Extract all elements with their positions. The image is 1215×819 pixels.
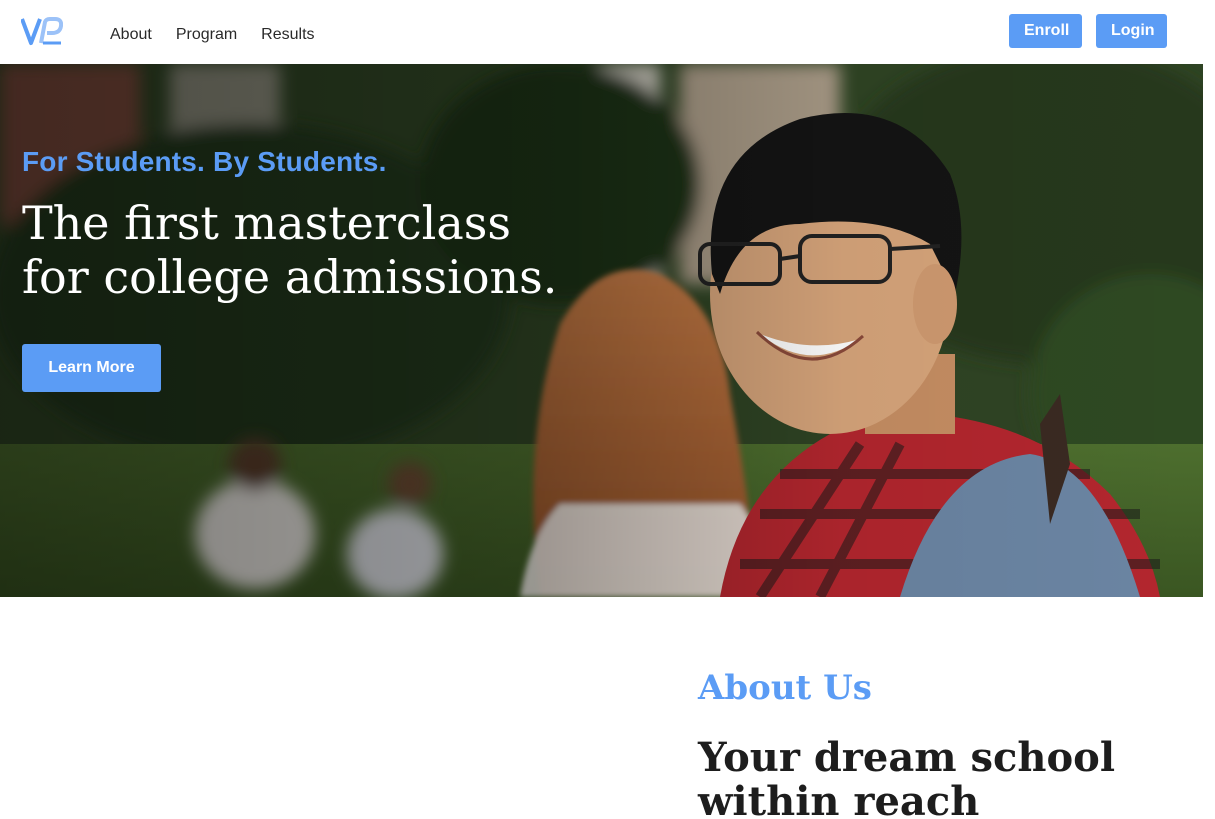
vp-logo-icon[interactable] (21, 16, 63, 46)
top-navbar: About Program Results Enroll Login (0, 0, 1215, 64)
hero-title-line-2: for college admissions. (22, 250, 558, 304)
hero-section: For Students. By Students. The first mas… (0, 64, 1203, 597)
nav-link-program[interactable]: Program (176, 24, 237, 46)
hero-tagline: For Students. By Students. (22, 146, 387, 177)
nav-link-about[interactable]: About (110, 24, 152, 46)
nav-link-results[interactable]: Results (261, 24, 314, 46)
login-button[interactable]: Login (1096, 14, 1167, 48)
about-heading: Your dream school within reach (698, 734, 1116, 819)
enroll-button[interactable]: Enroll (1009, 14, 1082, 48)
hero-overlay (0, 64, 1203, 597)
nav-links: About Program Results (110, 24, 315, 46)
about-eyebrow: About Us (698, 668, 872, 708)
learn-more-button[interactable]: Learn More (22, 344, 161, 392)
hero-title: The first masterclass for college admiss… (22, 196, 622, 304)
hero-title-line-1: The first masterclass (22, 196, 511, 250)
